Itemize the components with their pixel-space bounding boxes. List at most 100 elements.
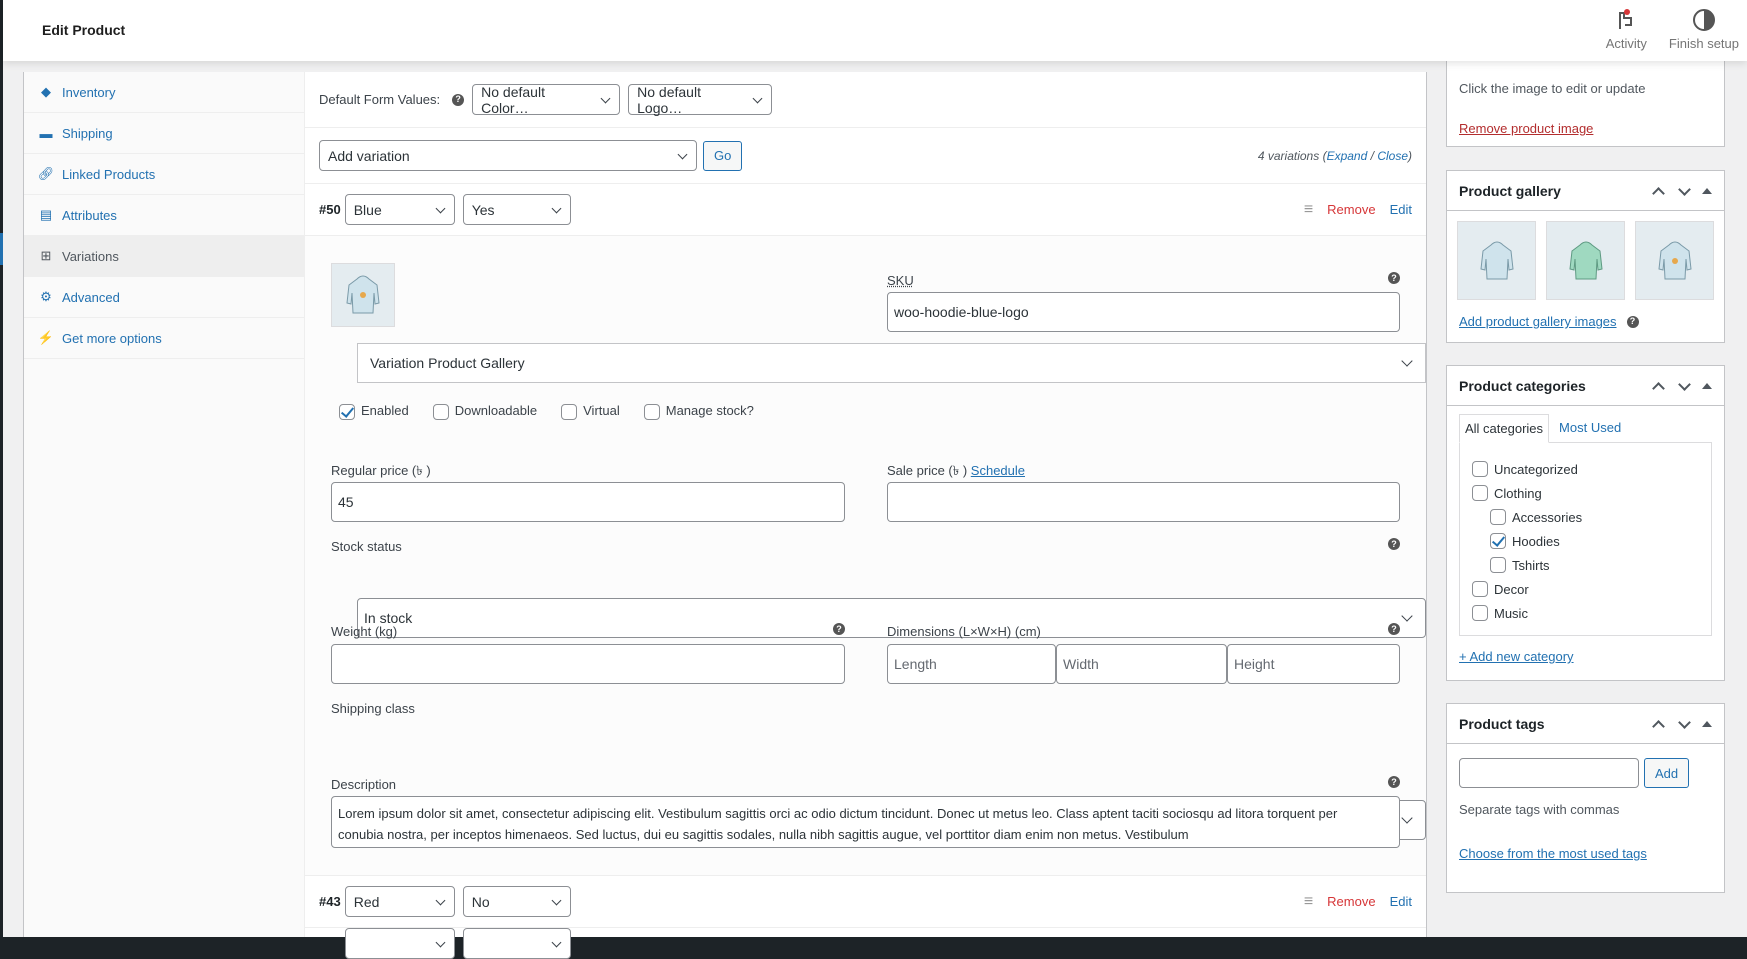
category-item[interactable]: Hoodies bbox=[1472, 529, 1699, 553]
move-down-icon[interactable] bbox=[1676, 716, 1692, 732]
variation-color-select[interactable]: Blue bbox=[344, 194, 455, 225]
weight-label: Weight (kg) bbox=[331, 624, 398, 639]
add-gallery-images-link[interactable]: Add product gallery images bbox=[1459, 314, 1617, 329]
gallery-thumbnail[interactable] bbox=[1546, 221, 1625, 300]
variation-header-partial[interactable] bbox=[305, 928, 1426, 959]
tab-all-categories[interactable]: All categories bbox=[1459, 414, 1550, 443]
length-input[interactable]: Length bbox=[887, 644, 1056, 684]
variation-color-select[interactable]: Red bbox=[344, 886, 455, 917]
drag-handle-icon[interactable]: ≡ bbox=[1304, 201, 1313, 219]
move-down-icon[interactable] bbox=[1676, 378, 1692, 394]
default-color-select[interactable]: No default Color… bbox=[472, 84, 621, 116]
product-gallery-box: Product gallery Add product gallery imag… bbox=[1446, 170, 1725, 343]
category-item[interactable]: Uncategorized bbox=[1472, 457, 1699, 481]
variation-body: SKU ? woo-hoodie-blue-logo Variation Pro… bbox=[305, 236, 1426, 876]
tab-most-used[interactable]: Most Used bbox=[1549, 414, 1631, 443]
grid-icon: ⊞ bbox=[40, 248, 52, 263]
link-icon: 🔗︎ bbox=[37, 166, 55, 181]
variation-logo-select[interactable]: No bbox=[462, 886, 571, 917]
virtual-checkbox[interactable]: Virtual bbox=[561, 403, 620, 420]
variation-header[interactable]: #43 Red No ≡ Remove Edit bbox=[305, 876, 1426, 928]
tab-variations[interactable]: ⊞ Variations bbox=[24, 236, 304, 277]
height-input[interactable]: Height bbox=[1227, 644, 1400, 684]
gallery-help-icon[interactable]: ? bbox=[1626, 315, 1639, 328]
category-item[interactable]: Tshirts bbox=[1472, 553, 1699, 577]
dimensions-help-icon[interactable]: ? bbox=[1388, 623, 1400, 635]
enabled-checkbox[interactable]: Enabled bbox=[339, 403, 409, 420]
tab-advanced[interactable]: ⚙ Advanced bbox=[24, 277, 304, 318]
move-up-icon[interactable] bbox=[1650, 716, 1666, 732]
move-up-icon[interactable] bbox=[1650, 183, 1666, 199]
flag-icon bbox=[1614, 8, 1638, 32]
gallery-thumbnail[interactable] bbox=[1457, 221, 1536, 300]
move-up-icon[interactable] bbox=[1650, 378, 1666, 394]
width-input[interactable]: Width bbox=[1056, 644, 1227, 684]
weight-help-icon[interactable]: ? bbox=[833, 623, 845, 635]
sale-price-input[interactable] bbox=[887, 482, 1400, 522]
regular-price-input[interactable]: 45 bbox=[331, 482, 845, 522]
variation-logo-select[interactable]: Yes bbox=[462, 194, 571, 225]
choose-most-used-tags-link[interactable]: Choose from the most used tags bbox=[1459, 846, 1647, 861]
sku-input[interactable]: woo-hoodie-blue-logo bbox=[887, 292, 1400, 332]
product-gallery-header[interactable]: Product gallery bbox=[1447, 171, 1724, 211]
tab-attributes[interactable]: ▤ Attributes bbox=[24, 195, 304, 236]
go-button[interactable]: Go bbox=[703, 140, 743, 171]
list-icon: ▤ bbox=[39, 207, 53, 222]
remove-variation-link[interactable]: Remove bbox=[1327, 894, 1375, 909]
tags-hint: Separate tags with commas bbox=[1459, 802, 1620, 817]
add-new-category-link[interactable]: + Add new category bbox=[1459, 649, 1574, 664]
add-tag-button[interactable]: Add bbox=[1644, 758, 1690, 788]
schedule-link[interactable]: Schedule bbox=[971, 463, 1025, 478]
category-item[interactable]: Music bbox=[1472, 601, 1699, 625]
close-link[interactable]: Close bbox=[1377, 149, 1408, 163]
collapse-toggle-icon[interactable] bbox=[1702, 720, 1712, 727]
remove-product-image-link[interactable]: Remove product image bbox=[1459, 121, 1593, 136]
product-image-hint: Click the image to edit or update bbox=[1459, 81, 1646, 96]
tab-linked-products[interactable]: 🔗︎ Linked Products bbox=[24, 154, 304, 195]
activity-label: Activity bbox=[1605, 36, 1647, 51]
edit-variation-link[interactable]: Edit bbox=[1390, 894, 1412, 909]
default-logo-select[interactable]: No default Logo… bbox=[628, 84, 773, 116]
product-categories-header[interactable]: Product categories bbox=[1447, 366, 1724, 406]
tab-get-more-options[interactable]: ⚡ Get more options bbox=[24, 318, 304, 359]
sale-price-label: Sale price (৳ ) Schedule bbox=[887, 463, 1026, 478]
finish-setup-button[interactable]: Finish setup bbox=[1669, 8, 1739, 51]
manage-stock-checkbox[interactable]: Manage stock? bbox=[643, 403, 754, 420]
edit-variation-link[interactable]: Edit bbox=[1390, 202, 1412, 217]
variation-image[interactable] bbox=[331, 263, 395, 327]
regular-price-label: Regular price (৳ ) bbox=[331, 463, 431, 478]
description-textarea[interactable]: Lorem ipsum dolor sit amet, consectetur … bbox=[331, 796, 1400, 848]
category-item[interactable]: Clothing bbox=[1472, 481, 1699, 505]
stock-status-label: Stock status bbox=[331, 539, 402, 554]
category-item[interactable]: Accessories bbox=[1472, 505, 1699, 529]
downloadable-checkbox[interactable]: Downloadable bbox=[432, 403, 537, 420]
variation-color-select[interactable] bbox=[345, 928, 455, 959]
description-help-icon[interactable]: ? bbox=[1388, 776, 1400, 788]
add-variation-select[interactable]: Add variation bbox=[319, 140, 697, 171]
variation-logo-select[interactable] bbox=[463, 928, 571, 959]
sku-help-icon[interactable]: ? bbox=[1388, 272, 1400, 284]
add-variation-bar: Add variation Go 4 variations (Expand / … bbox=[305, 128, 1426, 184]
tab-inventory[interactable]: ◆ Inventory bbox=[24, 72, 304, 113]
tag-input[interactable] bbox=[1459, 758, 1639, 788]
variation-gallery-select[interactable]: Variation Product Gallery bbox=[357, 343, 1426, 383]
collapse-toggle-icon[interactable] bbox=[1702, 187, 1712, 194]
remove-variation-link[interactable]: Remove bbox=[1327, 202, 1375, 217]
gear-icon: ⚙ bbox=[40, 289, 52, 304]
category-item[interactable]: Decor bbox=[1472, 577, 1699, 601]
activity-button[interactable]: Activity bbox=[1606, 8, 1647, 51]
hoodie-image bbox=[1568, 241, 1603, 279]
gallery-thumbnail[interactable] bbox=[1635, 221, 1714, 300]
drag-handle-icon[interactable]: ≡ bbox=[1304, 893, 1313, 911]
stock-status-help-icon[interactable]: ? bbox=[1388, 538, 1400, 550]
dimensions-label: Dimensions (L×W×H) (cm) bbox=[887, 624, 1041, 639]
tab-shipping[interactable]: ▬ Shipping bbox=[24, 113, 304, 154]
sku-label: SKU bbox=[887, 273, 914, 288]
weight-input[interactable] bbox=[331, 644, 845, 684]
help-icon[interactable]: ? bbox=[452, 93, 465, 106]
product-tags-header[interactable]: Product tags bbox=[1447, 704, 1724, 744]
expand-link[interactable]: Expand bbox=[1327, 149, 1368, 163]
collapse-toggle-icon[interactable] bbox=[1702, 382, 1712, 389]
move-down-icon[interactable] bbox=[1676, 183, 1692, 199]
variation-header[interactable]: #50 Blue Yes ≡ Remove Edit bbox=[305, 184, 1426, 236]
